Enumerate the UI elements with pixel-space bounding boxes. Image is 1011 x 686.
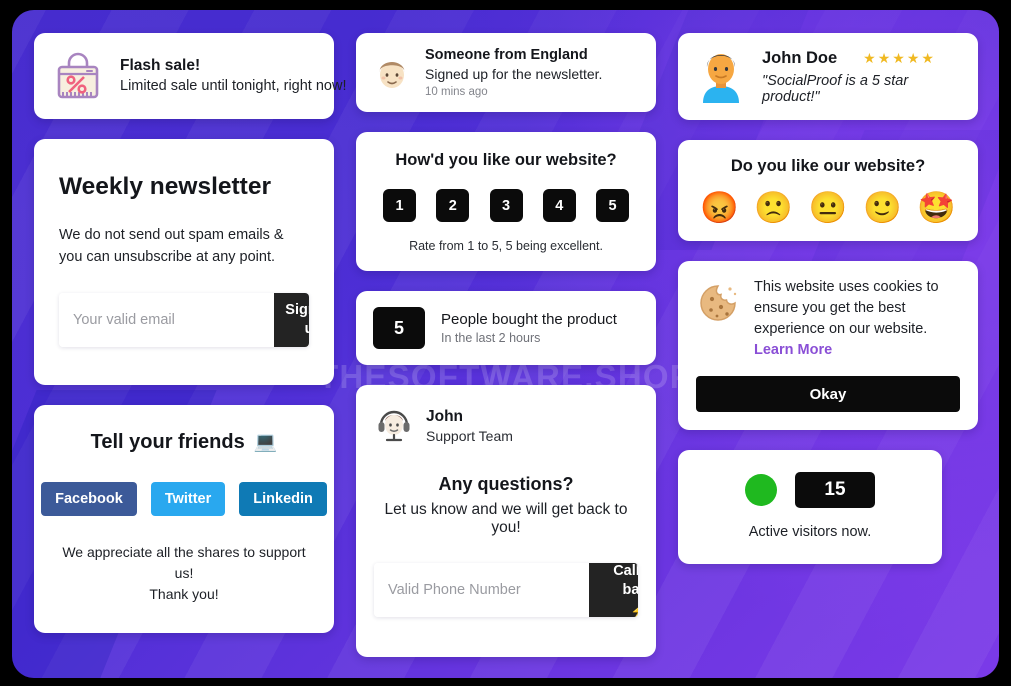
callback-form: Call me back ⚡ <box>374 563 638 617</box>
testimonial-name: John Doe <box>762 48 838 67</box>
testimonial-body: John Doe ★★★★★ "SocialProof is a 5 star … <box>762 49 962 105</box>
tell-friends-title-text: Tell your friends <box>90 430 245 453</box>
tell-friends-footer-line2: Thank you! <box>149 585 219 602</box>
flash-sale-title: Flash sale! <box>120 56 201 74</box>
emoji-rating-options: 😡 🙁 😐 🙂 🤩 <box>694 192 962 223</box>
testimonial-header: John Doe ★★★★★ <box>762 49 962 68</box>
signup-notification-subtitle: Signed up for the newsletter. <box>425 66 603 82</box>
signup-notification-text: Someone from England Signed up for the n… <box>425 47 602 98</box>
flash-sale-card[interactable]: Flash sale! Limited sale until tonight, … <box>34 33 347 119</box>
tell-friends-footer-line1: We appreciate all the shares to support … <box>62 543 306 581</box>
active-visitors-row: 15 <box>696 472 924 509</box>
headset-support-agent-icon <box>374 403 414 448</box>
signup-notification-time: 10 mins ago <box>425 86 488 98</box>
laptop-icon: 💻 <box>253 431 278 453</box>
newsletter-card: Weekly newsletter We do not send out spa… <box>34 139 334 385</box>
emoji-rating-card: Do you like our website? 😡 🙁 😐 🙂 🤩 <box>678 140 978 241</box>
signup-notification-card[interactable]: Someone from England Signed up for the n… <box>356 33 656 112</box>
support-subheading: Let us know and we will get back to you! <box>384 501 628 536</box>
star-rating-icon: ★★★★★ <box>863 49 936 66</box>
tell-friends-card: Tell your friends 💻 Facebook Twitter Lin… <box>34 404 334 633</box>
male-face-avatar-icon <box>372 53 412 93</box>
newsletter-form: Sign me up <box>59 292 309 347</box>
phone-number-input[interactable] <box>374 563 589 617</box>
rating-option-1[interactable]: 1 <box>383 189 416 222</box>
frowning-face-emoji[interactable]: 🙁 <box>754 192 793 223</box>
cookie-consent-card: This website uses cookies to ensure you … <box>678 261 978 431</box>
active-visitors-card: 15 Active visitors now. <box>678 450 942 565</box>
shopping-bag-percent-icon <box>50 48 106 104</box>
neutral-face-emoji[interactable]: 😐 <box>809 192 848 223</box>
newsletter-signup-button[interactable]: Sign me up <box>274 292 309 347</box>
testimonial-quote: "SocialProof is a 5 star product!" <box>762 72 909 105</box>
rating-option-3[interactable]: 3 <box>489 189 523 222</box>
purchases-card[interactable]: 5 People bought the product In the last … <box>356 291 656 365</box>
angry-face-emoji[interactable]: 😡 <box>700 192 739 223</box>
column-right: John Doe ★★★★★ "SocialProof is a 5 star … <box>678 33 978 657</box>
tell-friends-title: Tell your friends 💻 <box>56 431 312 454</box>
star-struck-face-emoji[interactable]: 🤩 <box>917 192 956 223</box>
cookie-learn-more-link[interactable]: Learn More <box>754 342 832 358</box>
device-frame: THESOFTWARE.SHOP Flash sale! Limited sal… <box>0 0 1011 686</box>
support-agent-name: John <box>426 407 464 425</box>
online-green-dot <box>745 474 777 507</box>
widget-grid: Flash sale! Limited sale until tonight, … <box>34 33 982 657</box>
purchases-count-badge: 5 <box>373 307 425 349</box>
column-left: Flash sale! Limited sale until tonight, … <box>34 33 347 657</box>
call-me-back-label: Call me back <box>613 563 638 598</box>
active-visitors-count: 15 <box>795 472 875 509</box>
rating-option-2[interactable]: 2 <box>436 189 470 222</box>
cookie-message-text: This website uses cookies to ensure you … <box>754 279 939 338</box>
social-buttons: Facebook Twitter Linkedin <box>41 481 327 516</box>
newsletter-body: We do not send out spam emails & you can… <box>59 227 284 265</box>
cookie-icon <box>696 281 740 325</box>
purchases-title: People bought the product <box>441 311 617 328</box>
tell-friends-footer: We appreciate all the shares to support … <box>56 542 312 605</box>
slightly-smiling-face-emoji[interactable]: 🙂 <box>863 192 902 223</box>
flash-sale-subtitle: Limited sale until tonight, right now! <box>120 77 347 94</box>
active-visitors-label: Active visitors now. <box>748 524 872 541</box>
cookie-accept-button[interactable]: Okay <box>696 376 960 413</box>
signup-notification-title: Someone from England <box>425 47 588 63</box>
app-canvas: THESOFTWARE.SHOP Flash sale! Limited sal… <box>12 10 999 678</box>
newsletter-email-input[interactable] <box>59 292 274 347</box>
newsletter-title: Weekly newsletter <box>59 173 271 200</box>
cookie-message: This website uses cookies to ensure you … <box>754 277 960 361</box>
cookie-message-row: This website uses cookies to ensure you … <box>696 277 960 361</box>
share-linkedin-button[interactable]: Linkedin <box>239 481 327 516</box>
rating-option-5[interactable]: 5 <box>596 189 629 222</box>
number-rating-footer: Rate from 1 to 5, 5 being excellent. <box>409 239 603 253</box>
column-center: Someone from England Signed up for the n… <box>356 33 656 657</box>
support-agent-role: Support Team <box>426 427 513 444</box>
share-facebook-button[interactable]: Facebook <box>41 481 137 516</box>
support-heading: Any questions? <box>438 474 574 494</box>
purchases-text: People bought the product In the last 2 … <box>441 311 617 345</box>
support-chat-card: John Support Team Any questions? Let us … <box>356 385 656 657</box>
flash-sale-text: Flash sale! Limited sale until tonight, … <box>120 56 347 97</box>
lightning-bolt-icon: ⚡ <box>630 604 638 617</box>
testimonial-card[interactable]: John Doe ★★★★★ "SocialProof is a 5 star … <box>678 33 978 120</box>
number-rating-options: 1 2 3 4 5 <box>374 189 638 222</box>
support-agent-header: John Support Team <box>374 403 638 448</box>
man-avatar-icon <box>694 45 748 108</box>
number-rating-question: How'd you like our website? <box>395 151 617 169</box>
rating-option-4[interactable]: 4 <box>542 189 576 222</box>
number-rating-card: How'd you like our website? 1 2 3 4 5 Ra… <box>356 132 656 271</box>
emoji-rating-question: Do you like our website? <box>730 157 926 175</box>
support-agent-identity: John Support Team <box>426 408 513 444</box>
call-me-back-button[interactable]: Call me back ⚡ <box>589 563 638 617</box>
share-twitter-button[interactable]: Twitter <box>150 481 226 516</box>
purchases-subtitle: In the last 2 hours <box>441 331 541 345</box>
